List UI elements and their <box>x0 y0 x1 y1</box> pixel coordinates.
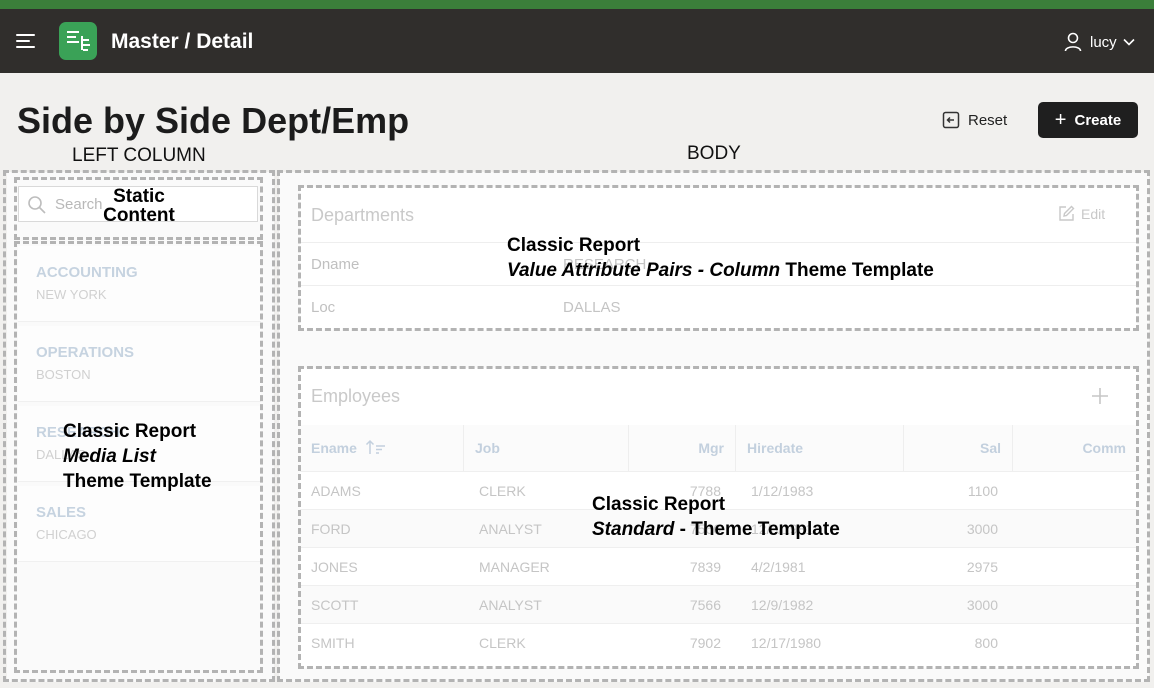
annotation-line: Classic Report <box>63 421 197 442</box>
user-name: lucy <box>1090 33 1117 51</box>
static-content-annotation: Static Content <box>100 184 178 228</box>
reset-button[interactable]: Reset <box>942 104 1007 136</box>
page-title: Side by Side Dept/Emp <box>17 100 410 141</box>
user-menu[interactable]: lucy <box>1064 31 1135 53</box>
annotation-line: Theme Template <box>63 471 212 492</box>
annotation-italic: Value Attribute Pairs - Column <box>507 260 781 281</box>
create-label: Create <box>1074 111 1122 129</box>
standard-annotation: Classic Report Standard - Theme Template <box>592 492 840 542</box>
menu-icon[interactable] <box>16 31 38 51</box>
vap-annotation: Classic Report Value Attribute Pairs - C… <box>507 233 934 283</box>
body-label: BODY <box>687 143 741 164</box>
create-button[interactable]: + Create <box>1038 102 1138 138</box>
annotation-line: - Theme Template <box>674 519 840 540</box>
reset-label: Reset <box>968 111 1008 129</box>
app-logo-icon[interactable] <box>59 22 97 60</box>
reset-icon <box>942 111 960 129</box>
annotation-line: Media List <box>63 446 156 467</box>
media-list-annotation: Classic Report Media List Theme Template <box>63 419 212 494</box>
annotation-line: Classic Report <box>592 494 726 515</box>
app-title[interactable]: Master / Detail <box>111 30 253 54</box>
annotation-italic: Standard <box>592 519 675 540</box>
user-icon <box>1064 32 1082 52</box>
annotation-line: Content <box>103 205 175 226</box>
left-column-label: LEFT COLUMN <box>72 145 206 166</box>
annotation-line: Theme Template <box>780 260 934 281</box>
accent-strip <box>0 0 1154 9</box>
plus-icon: + <box>1054 109 1067 131</box>
annotation-line: Classic Report <box>507 235 641 256</box>
chevron-down-icon <box>1123 38 1135 46</box>
app-header: Master / Detail lucy <box>0 9 1154 73</box>
